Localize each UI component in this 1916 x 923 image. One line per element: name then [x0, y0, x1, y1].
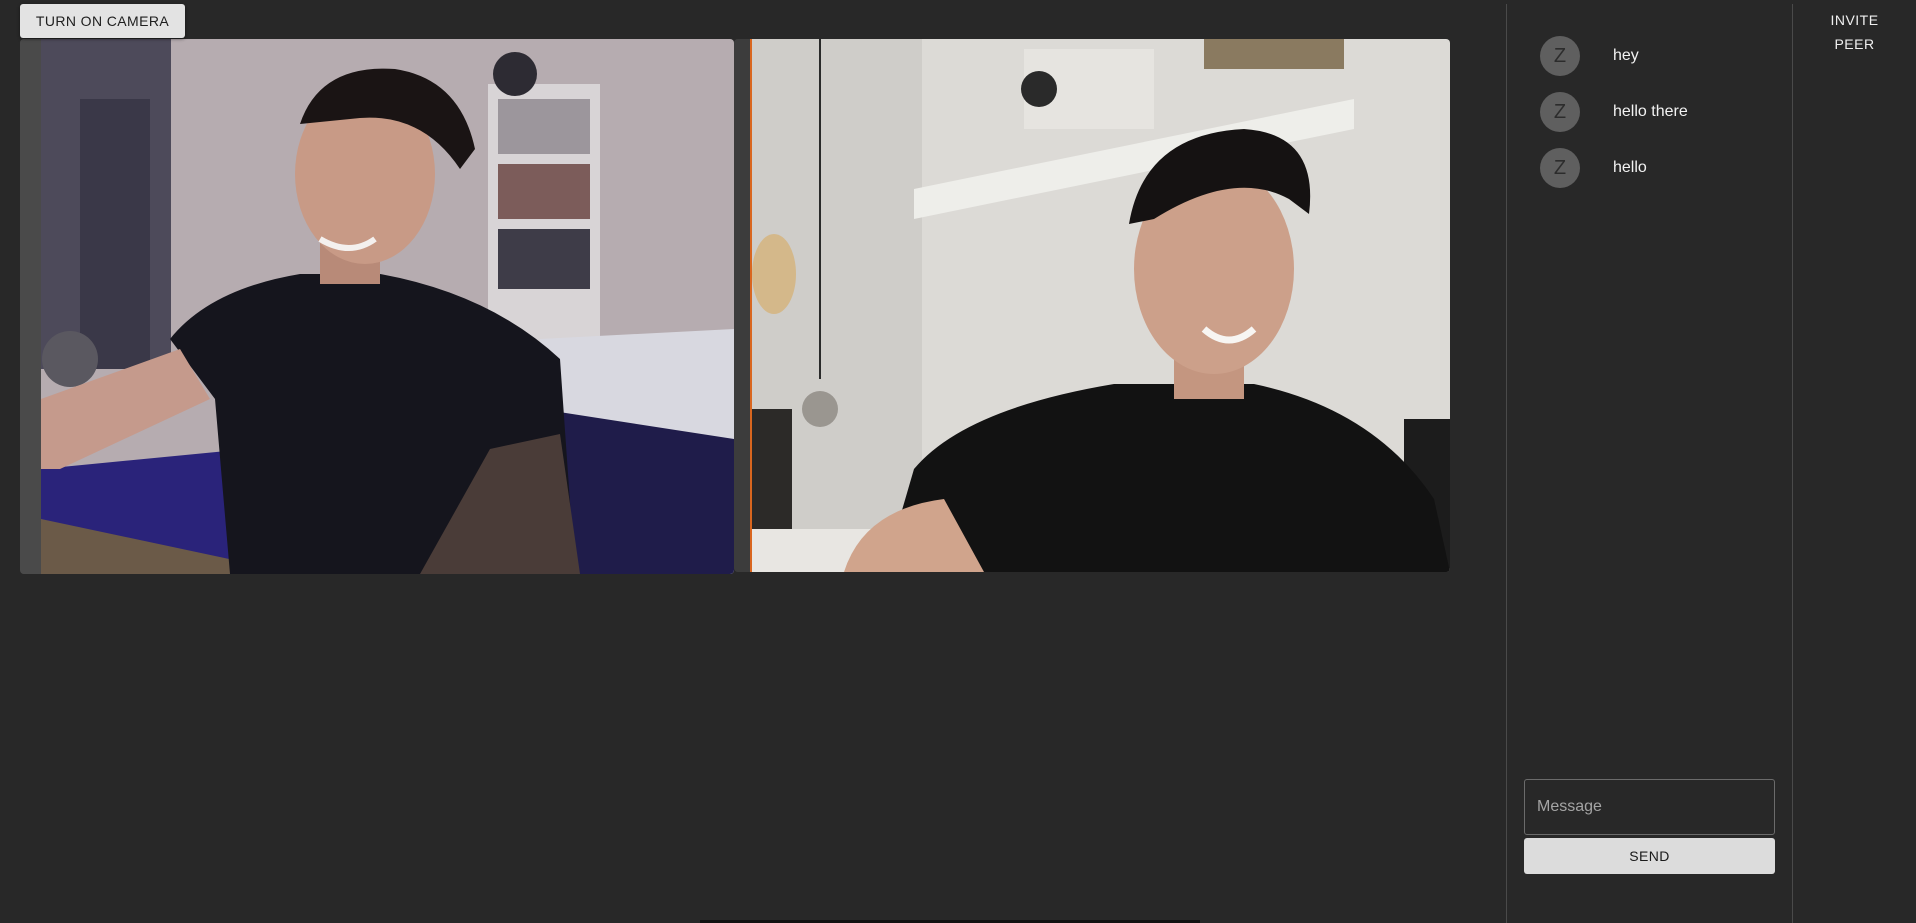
message-text: hey: [1613, 47, 1639, 64]
panel-divider: [1792, 4, 1793, 923]
avatar: Z: [1540, 36, 1580, 76]
local-video-frame: [20, 39, 734, 574]
invite-label-line2: PEER: [1834, 36, 1875, 52]
turn-on-camera-button[interactable]: TURN ON CAMERA: [20, 4, 185, 38]
video-call-app: TURN ON CAMERA Z hey Z hello there Z hel…: [0, 0, 1916, 923]
send-button[interactable]: SEND: [1524, 838, 1775, 874]
chat-panel: Z hey Z hello there Z hello SEND: [1507, 0, 1792, 923]
video-area: TURN ON CAMERA: [0, 0, 1506, 923]
invite-label-line1: INVITE: [1830, 12, 1879, 28]
remote-video-frame: [734, 39, 1450, 572]
local-video: [20, 39, 734, 574]
avatar: Z: [1540, 92, 1580, 132]
chat-message: Z hello there: [1540, 92, 1688, 132]
invite-peer-button[interactable]: INVITE PEER: [1793, 8, 1916, 56]
remote-video: [734, 39, 1450, 572]
chat-message: Z hey: [1540, 36, 1639, 76]
message-text: hello there: [1613, 103, 1688, 120]
chat-message: Z hello: [1540, 148, 1647, 188]
avatar: Z: [1540, 148, 1580, 188]
message-text: hello: [1613, 159, 1647, 176]
message-input[interactable]: [1524, 779, 1775, 835]
